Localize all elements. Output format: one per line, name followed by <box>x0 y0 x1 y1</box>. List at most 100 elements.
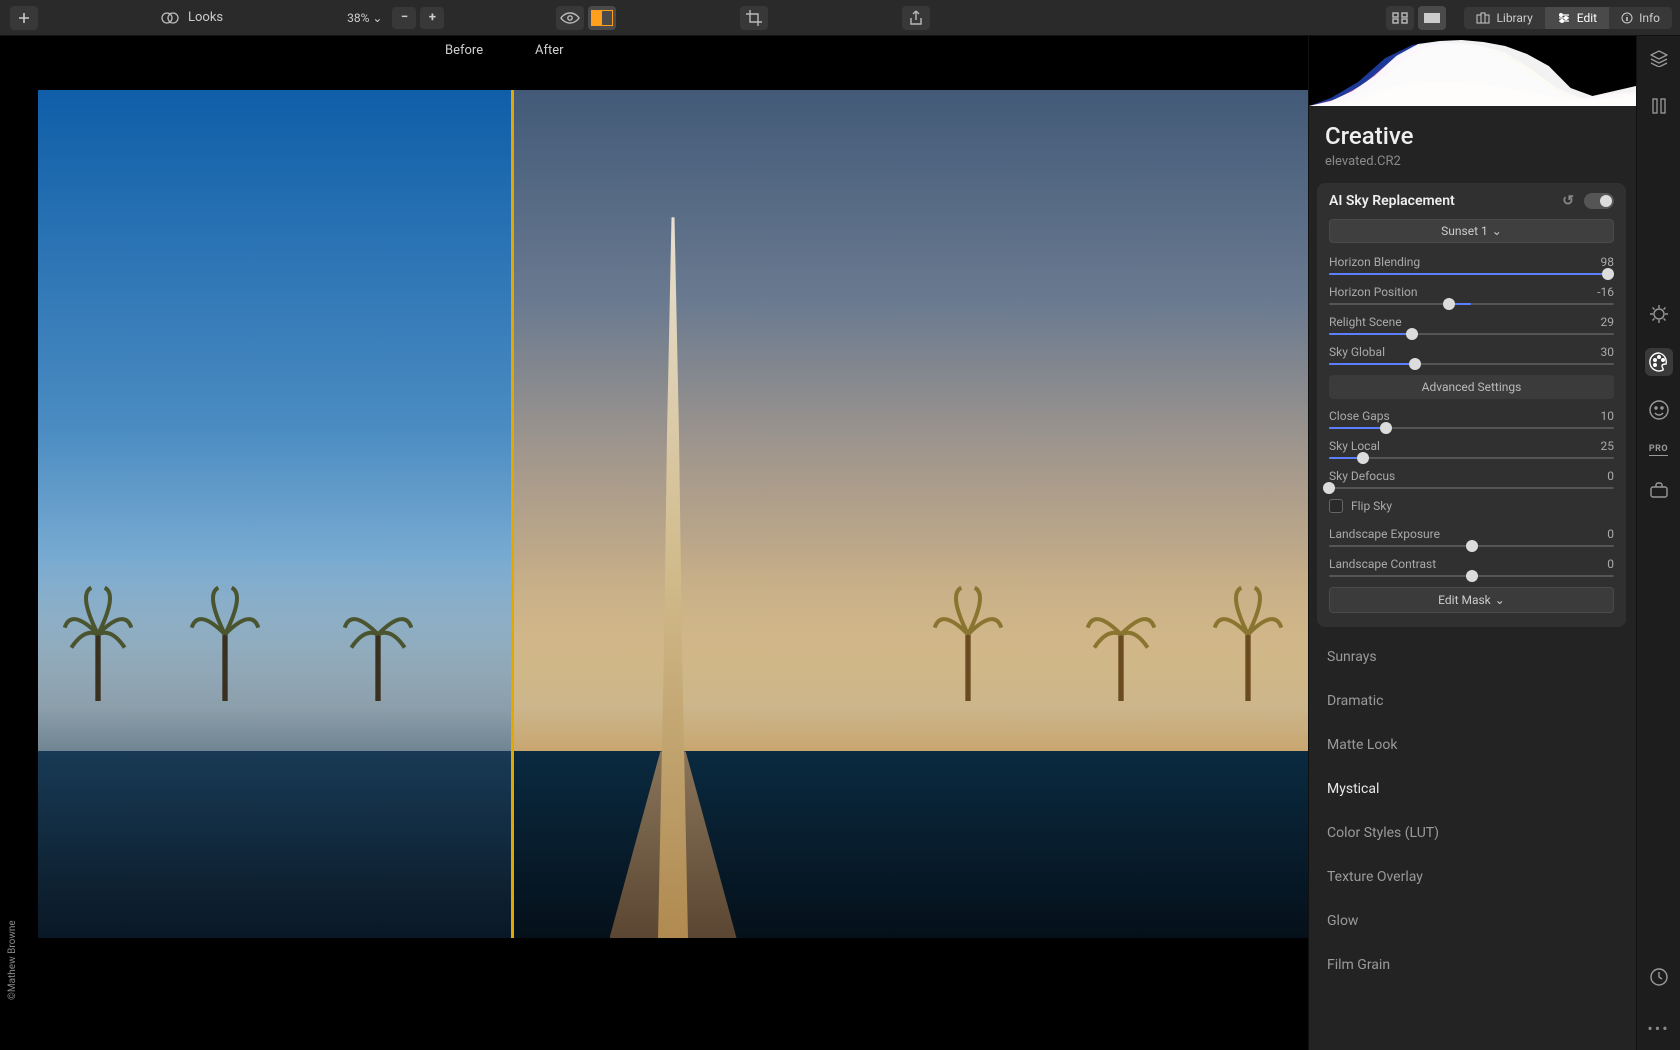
slider-sky-local[interactable]: Sky Local 25 <box>1329 439 1614 459</box>
slider-horizon-blending[interactable]: Horizon Blending98 <box>1329 255 1614 275</box>
effect-item-film-grain[interactable]: Film Grain <box>1313 943 1630 987</box>
slider-value: 29 <box>1601 315 1615 329</box>
slider-relight-scene[interactable]: Relight Scene 29 <box>1329 315 1614 335</box>
compare-icon <box>591 10 613 26</box>
slider-close-gaps[interactable]: Close Gaps10 <box>1329 409 1614 429</box>
slider-value: 25 <box>1601 439 1615 453</box>
zoom-controls: 38% ⌄ − + <box>341 7 444 29</box>
slider-knob[interactable] <box>1466 570 1478 582</box>
slider-label: Horizon Position <box>1329 285 1417 299</box>
slider-knob[interactable] <box>1409 358 1421 370</box>
slider-track[interactable] <box>1329 363 1614 365</box>
sky-preset-dropdown[interactable]: Sunset 1⌄ <box>1329 219 1614 243</box>
slider-label: Sky Local <box>1329 439 1380 453</box>
slider-sky-defocus[interactable]: Sky Defocus0 <box>1329 469 1614 489</box>
preview-toggle[interactable] <box>556 6 584 30</box>
slider-knob[interactable] <box>1602 268 1614 280</box>
slider-track[interactable] <box>1329 575 1614 577</box>
top-toolbar: Looks 38% ⌄ − + <box>0 0 1680 36</box>
slider-value: 0 <box>1607 557 1614 571</box>
slider-value: 0 <box>1607 469 1614 483</box>
slider-track[interactable] <box>1329 303 1614 305</box>
history-icon[interactable] <box>1645 963 1673 991</box>
tab-info[interactable]: Info <box>1609 7 1672 29</box>
crop-button[interactable] <box>740 6 768 30</box>
slider-value: 10 <box>1601 409 1615 423</box>
slider-landscape-exposure[interactable]: Landscape Exposure 0 <box>1329 527 1614 547</box>
grid-view-button[interactable] <box>1386 6 1414 30</box>
image-canvas[interactable] <box>38 90 1308 938</box>
effect-item-mystical[interactable]: Mystical <box>1313 767 1630 811</box>
effect-item-sunrays[interactable]: Sunrays <box>1313 635 1630 679</box>
effect-item-texture-overlay[interactable]: Texture Overlay <box>1313 855 1630 899</box>
looks-icon <box>160 10 180 26</box>
slider-track[interactable] <box>1329 273 1614 275</box>
slider-knob[interactable] <box>1380 422 1392 434</box>
effect-panel-sky-replacement: AI Sky Replacement ↺ Sunset 1⌄ Horizon B… <box>1317 183 1626 627</box>
flip-sky-checkbox[interactable]: Flip Sky <box>1329 499 1614 513</box>
creative-category-icon[interactable] <box>1645 348 1673 376</box>
looks-button[interactable]: Looks <box>160 10 231 26</box>
slider-track[interactable] <box>1329 545 1614 547</box>
slider-knob[interactable] <box>1323 482 1335 494</box>
slider-label: Landscape Contrast <box>1329 557 1436 571</box>
single-view-button[interactable] <box>1418 6 1446 30</box>
slider-label: Relight Scene <box>1329 315 1402 329</box>
grid-icon <box>1392 12 1408 24</box>
more-icon[interactable]: ••• <box>1647 1011 1669 1050</box>
slider-landscape-contrast[interactable]: Landscape Contrast 0 <box>1329 557 1614 577</box>
compare-split-handle[interactable] <box>511 90 514 938</box>
slider-track[interactable] <box>1329 457 1614 459</box>
effect-item-dramatic[interactable]: Dramatic <box>1313 679 1630 723</box>
effect-item-color-styles-lut-[interactable]: Color Styles (LUT) <box>1313 811 1630 855</box>
slider-track[interactable] <box>1329 427 1614 429</box>
before-label: Before <box>445 43 483 58</box>
reset-icon[interactable]: ↺ <box>1562 193 1574 209</box>
crop-icon <box>745 9 763 27</box>
effect-item-glow[interactable]: Glow <box>1313 899 1630 943</box>
slider-sky-global[interactable]: Sky Global 30 <box>1329 345 1614 365</box>
tab-edit[interactable]: Edit <box>1545 7 1609 29</box>
category-title: Creative <box>1309 106 1636 154</box>
slider-label: Landscape Exposure <box>1329 527 1440 541</box>
share-button[interactable] <box>902 6 930 30</box>
slider-label: Horizon Blending <box>1329 255 1420 269</box>
eye-icon <box>560 11 580 25</box>
info-icon <box>1621 12 1633 24</box>
slider-knob[interactable] <box>1406 328 1418 340</box>
layers-icon[interactable] <box>1645 44 1673 72</box>
pro-category-icon[interactable]: PRO <box>1649 444 1668 456</box>
sliders-icon <box>1557 12 1571 24</box>
slider-horizon-position[interactable]: Horizon Position-16 <box>1329 285 1614 305</box>
slider-track[interactable] <box>1329 487 1614 489</box>
channels-icon[interactable] <box>1645 92 1673 120</box>
histogram[interactable] <box>1309 36 1636 106</box>
add-button[interactable] <box>10 6 38 30</box>
tab-library[interactable]: Library <box>1464 7 1544 29</box>
slider-value: 30 <box>1601 345 1615 359</box>
chevron-down-icon: ⌄ <box>1495 593 1505 607</box>
zoom-value[interactable]: 38% ⌄ <box>341 11 388 25</box>
checkbox-box <box>1329 499 1343 513</box>
slider-track[interactable] <box>1329 333 1614 335</box>
effect-item-matte-look[interactable]: Matte Look <box>1313 723 1630 767</box>
slider-knob[interactable] <box>1443 298 1455 310</box>
utility-category-icon[interactable] <box>1645 476 1673 504</box>
library-icon <box>1476 12 1490 24</box>
essentials-category-icon[interactable] <box>1645 300 1673 328</box>
slider-label: Sky Global <box>1329 345 1385 359</box>
single-icon <box>1423 12 1441 24</box>
slider-knob[interactable] <box>1466 540 1478 552</box>
slider-knob[interactable] <box>1357 452 1369 464</box>
zoom-in-button[interactable]: + <box>420 7 444 29</box>
zoom-out-button[interactable]: − <box>392 7 416 29</box>
edit-mask-button[interactable]: Edit Mask⌄ <box>1329 587 1614 613</box>
compare-toggle[interactable] <box>588 6 616 30</box>
after-label: After <box>535 43 564 58</box>
effect-toggle[interactable] <box>1584 193 1614 209</box>
looks-label: Looks <box>180 10 231 25</box>
image-viewer: Before After <box>0 36 1308 1050</box>
slider-value: 0 <box>1607 527 1614 541</box>
advanced-settings-button[interactable]: Advanced Settings <box>1329 375 1614 399</box>
portrait-category-icon[interactable] <box>1645 396 1673 424</box>
